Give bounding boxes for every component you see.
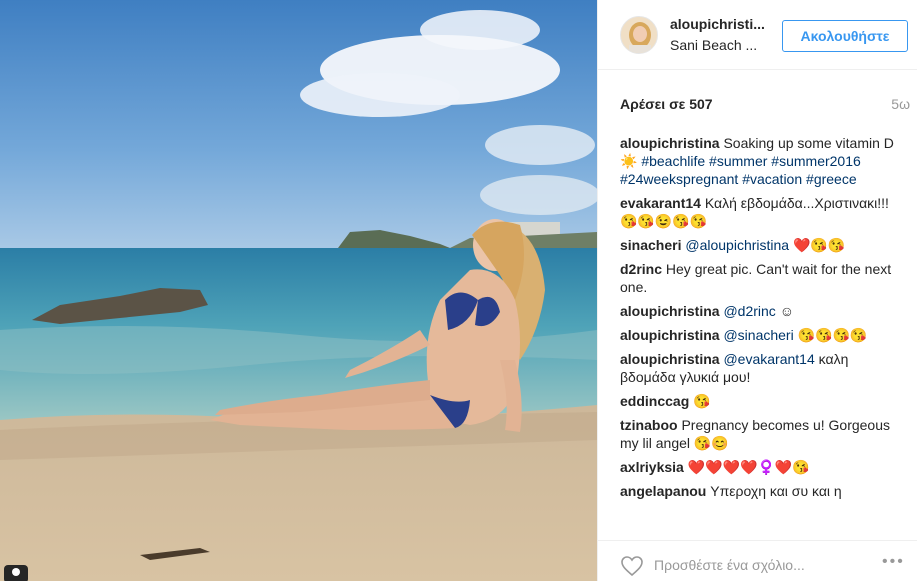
- comment-author[interactable]: eddinccag: [620, 393, 689, 409]
- avatar-image: [621, 17, 657, 53]
- hashtag[interactable]: #24weekspregnant: [620, 171, 738, 187]
- comment-item: tzinaboo Pregnancy becomes u! Gorgeous m…: [620, 416, 905, 452]
- comment-item: axlriyksia ❤️❤️❤️❤️♀️❤️😘: [620, 458, 905, 476]
- hashtag[interactable]: #beachlife: [641, 153, 705, 169]
- comment-item: aloupichristina @evakarant14 καλη βδομάδ…: [620, 350, 905, 386]
- follow-button[interactable]: Ακολουθήστε: [782, 20, 908, 52]
- comment-item: angelapanou Υπεροχη και συ και η: [620, 482, 905, 500]
- comment-item: evakarant14 Καλή εβδομάδα...Χριστινακι!!…: [620, 194, 905, 230]
- post-location[interactable]: Sani Beach ...: [670, 37, 760, 53]
- post-header: aloupichristi... Sani Beach ... Ακολουθή…: [598, 0, 917, 70]
- comment-item: aloupichristina @d2rinc ☺: [620, 302, 905, 320]
- comment-mention[interactable]: @evakarant14: [723, 351, 814, 367]
- heart-icon[interactable]: [620, 555, 644, 577]
- post-photo[interactable]: [0, 0, 597, 581]
- comment-mention[interactable]: @sinacheri: [723, 327, 793, 343]
- comment-mention[interactable]: @aloupichristina: [685, 237, 789, 253]
- comment-author[interactable]: aloupichristina: [620, 135, 720, 151]
- comment-text: ❤️😘😘: [789, 237, 846, 253]
- comment-author[interactable]: angelapanou: [620, 483, 706, 499]
- hashtag[interactable]: #summer: [709, 153, 767, 169]
- post-age[interactable]: 5ω: [891, 96, 910, 112]
- post-username[interactable]: aloupichristi...: [670, 16, 770, 32]
- comments-list[interactable]: aloupichristina Soaking up some vitamin …: [620, 134, 905, 530]
- hashtag[interactable]: #vacation: [742, 171, 802, 187]
- comment-author[interactable]: aloupichristina: [620, 351, 720, 367]
- tagged-user-icon[interactable]: [4, 565, 28, 581]
- caption: aloupichristina Soaking up some vitamin …: [620, 134, 905, 188]
- likes-count[interactable]: Αρέσει σε 507: [620, 96, 713, 112]
- comment-text: 😘😘😘😘: [793, 327, 868, 343]
- beach-photo-image: [0, 0, 597, 581]
- comment-text: ❤️❤️❤️❤️♀️❤️😘: [687, 459, 810, 475]
- hashtag[interactable]: #summer2016: [771, 153, 861, 169]
- comment-text: ☺: [775, 303, 794, 319]
- comment-item: eddinccag 😘: [620, 392, 905, 410]
- comment-author[interactable]: tzinaboo: [620, 417, 678, 433]
- comment-author[interactable]: d2rinc: [620, 261, 662, 277]
- comment-text: 😘: [693, 393, 711, 409]
- comment-author[interactable]: axlriyksia: [620, 459, 684, 475]
- likes-row: Αρέσει σε 507 5ω: [620, 96, 910, 116]
- comment-item: d2rinc Hey great pic. Can't wait for the…: [620, 260, 905, 296]
- comment-text: Υπεροχη και συ και η: [710, 483, 842, 499]
- comment-author[interactable]: aloupichristina: [620, 327, 720, 343]
- comment-item: sinacheri @aloupichristina ❤️😘😘: [620, 236, 905, 254]
- comment-author[interactable]: aloupichristina: [620, 303, 720, 319]
- comment-footer: •••: [598, 540, 917, 581]
- comment-item: aloupichristina @sinacheri 😘😘😘😘: [620, 326, 905, 344]
- post-side-panel: aloupichristi... Sani Beach ... Ακολουθή…: [597, 0, 917, 581]
- hashtag[interactable]: #greece: [806, 171, 857, 187]
- comment-author[interactable]: evakarant14: [620, 195, 701, 211]
- comment-author[interactable]: sinacheri: [620, 237, 681, 253]
- add-comment-input[interactable]: [654, 551, 874, 579]
- comment-mention[interactable]: @d2rinc: [723, 303, 775, 319]
- more-options-icon[interactable]: •••: [882, 553, 905, 571]
- avatar[interactable]: [620, 16, 658, 54]
